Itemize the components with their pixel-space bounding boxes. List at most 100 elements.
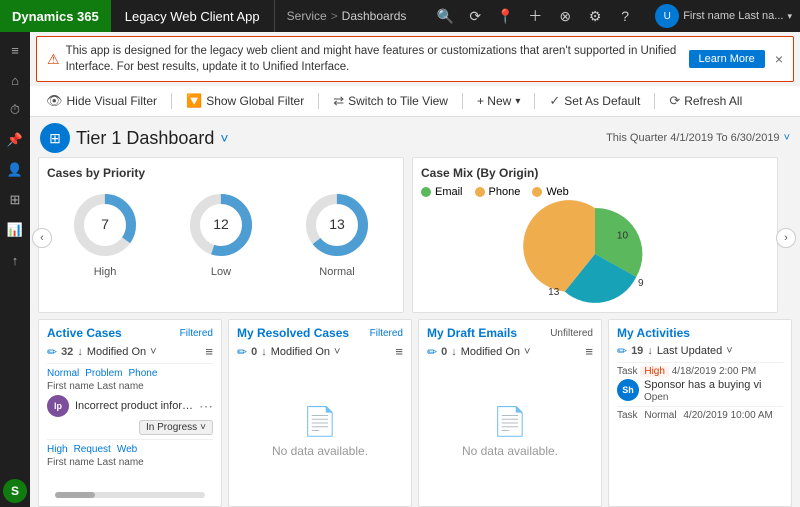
activity-content-1: Sponsor has a buying vi Open (644, 379, 761, 403)
sidebar-user-icon[interactable]: 👤 (1, 156, 29, 184)
drafts-settings-icon[interactable]: ≡ (585, 344, 593, 359)
activity-row-2: Task Normal 4/20/2019 10:00 AM (617, 406, 783, 426)
sidebar-menu-icon[interactable]: ≡ (1, 36, 29, 64)
dashboard-chevron-icon[interactable]: ˅ (220, 130, 228, 146)
top-navigation: Dynamics 365 Legacy Web Client App Servi… (0, 0, 800, 32)
activity-avatar-1: Sh (617, 379, 639, 401)
user-menu[interactable]: U First name Last na... ▾ (647, 4, 800, 28)
chart-title-mix: Case Mix (By Origin) (421, 166, 769, 180)
pie-chart: 10 9 13 (421, 204, 769, 304)
donut-low: 12 Low (186, 190, 256, 278)
plus-icon[interactable]: ＋ (521, 2, 549, 30)
filter-icon[interactable]: ⊗ (551, 2, 579, 30)
show-global-filter-button[interactable]: 🔽 Show Global Filter (178, 90, 312, 112)
activities-title: My Activities (617, 326, 690, 340)
activities-sort-chevron-icon[interactable]: ˅ (726, 345, 732, 357)
donut-normal-label: Normal (319, 266, 354, 278)
alert-close-icon[interactable]: × (775, 51, 783, 67)
activities-sort-down-icon[interactable]: ↓ (647, 345, 653, 357)
drafts-sort-label[interactable]: Modified On (461, 346, 520, 358)
new-chevron-icon: ▾ (515, 96, 520, 107)
refresh-icon[interactable]: ⟳ (461, 2, 489, 30)
sidebar-pin-icon[interactable]: 📌 (1, 126, 29, 154)
pencil-activities-icon[interactable]: ✏ (617, 344, 627, 358)
sidebar-s-button[interactable]: S (3, 479, 27, 503)
alert-text: This app is designed for the legacy web … (66, 43, 683, 75)
activities-sort-label[interactable]: Last Updated (657, 345, 722, 357)
pencil-resolved-icon[interactable]: ✏ (237, 345, 247, 359)
activities-header: My Activities (617, 326, 783, 340)
sort-chevron-icon[interactable]: ˅ (150, 346, 156, 358)
activities-controls: ✏ 19 ↓ Last Updated ˅ (617, 344, 783, 358)
active-cases-badge: Filtered (180, 328, 213, 339)
resolved-sort-down-icon[interactable]: ↓ (261, 346, 267, 358)
activity-meta-1: Task High 4/18/2019 2:00 PM (617, 366, 783, 377)
toolbar-separator-3 (462, 93, 463, 109)
case-owner-2: First name Last name (47, 457, 213, 468)
toolbar-separator-4 (534, 93, 535, 109)
resolved-no-data: 📄 No data available. (237, 363, 403, 500)
my-activities-card: My Activities ✏ 19 ↓ Last Updated ˅ Task… (608, 319, 792, 507)
filter-tb-icon: 🔽 (186, 93, 202, 109)
resolved-sort-chevron-icon[interactable]: ˅ (334, 346, 340, 358)
activity-type-2: Task (617, 410, 638, 421)
drafts-sort-chevron-icon[interactable]: ˅ (524, 346, 530, 358)
case-avatar-1: lp (47, 395, 69, 417)
pin-icon[interactable]: 📍 (491, 2, 519, 30)
sort-down-icon[interactable]: ↓ (77, 346, 83, 358)
hide-visual-filter-button[interactable]: 👁 Hide Visual Filter (38, 90, 165, 112)
list-settings-icon[interactable]: ≡ (205, 344, 213, 359)
pencil-drafts-icon[interactable]: ✏ (427, 345, 437, 359)
activity-priority-1: High (640, 366, 669, 377)
svg-text:9: 9 (638, 278, 644, 289)
legend-phone-dot (475, 187, 485, 197)
refresh-all-button[interactable]: ⟳ Refresh All (661, 90, 750, 112)
legend-email-label: Email (435, 186, 463, 198)
toolbar: 👁 Hide Visual Filter 🔽 Show Global Filte… (30, 86, 800, 117)
case-dots-1[interactable]: ⋯ (199, 398, 213, 415)
set-default-button[interactable]: ✓ Set As Default (541, 90, 648, 112)
my-draft-emails-card: My Draft Emails Unfiltered ✏ 0 ↓ Modifie… (418, 319, 602, 507)
date-range-chevron-icon[interactable]: ˅ (784, 132, 790, 144)
svg-text:13: 13 (548, 287, 560, 298)
resolved-settings-icon[interactable]: ≡ (395, 344, 403, 359)
resolved-badge: Filtered (370, 328, 403, 339)
sidebar-chart-icon[interactable]: 📊 (1, 216, 29, 244)
checkmark-icon: ✓ (549, 93, 560, 109)
toolbar-separator-2 (318, 93, 319, 109)
donut-charts-row: 7 High 12 Low (47, 186, 395, 282)
case-status-1[interactable]: In Progress ˅ (139, 420, 213, 435)
my-resolved-cases-card: My Resolved Cases Filtered ✏ 0 ↓ Modifie… (228, 319, 412, 507)
activity-priority-2: Normal (640, 410, 680, 421)
activity-title-1[interactable]: Sponsor has a buying vi (644, 379, 761, 391)
search-icon[interactable]: 🔍 (431, 2, 459, 30)
active-cases-sort-label[interactable]: Modified On (87, 346, 146, 358)
learn-more-button[interactable]: Learn More (689, 50, 765, 68)
scrollbar[interactable] (47, 486, 213, 500)
case-title-1[interactable]: Incorrect product informatio... (75, 400, 193, 412)
sidebar-arrow-up-icon[interactable]: ↑ (1, 246, 29, 274)
pencil-icon[interactable]: ✏ (47, 345, 57, 359)
donut-high-label: High (94, 266, 117, 278)
drafts-controls: ✏ 0 ↓ Modified On ˅ ≡ (427, 344, 593, 359)
sidebar-home-icon[interactable]: ⌂ (1, 66, 29, 94)
new-button[interactable]: + New ▾ (469, 91, 528, 111)
drafts-title: My Draft Emails (427, 326, 517, 340)
drafts-no-data: 📄 No data available. (427, 363, 593, 500)
dynamics365-logo[interactable]: Dynamics 365 (0, 0, 111, 32)
activities-count: 19 (631, 345, 643, 357)
resolved-sort-label[interactable]: Modified On (271, 346, 330, 358)
chart-nav-right-icon[interactable]: › (776, 228, 796, 248)
sidebar-recent-icon[interactable]: ⏱ (1, 96, 29, 124)
settings-icon[interactable]: ⚙ (581, 2, 609, 30)
active-cases-controls: ✏ 32 ↓ Modified On ˅ ≡ (47, 344, 213, 359)
switch-tile-view-button[interactable]: ⇄ Switch to Tile View (325, 90, 456, 112)
drafts-sort-down-icon[interactable]: ↓ (451, 346, 457, 358)
nav-icons: 🔍 ⟳ 📍 ＋ ⊗ ⚙ ? (431, 2, 647, 30)
dashboard-header: ⊞ Tier 1 Dashboard ˅ This Quarter 4/1/20… (30, 117, 800, 157)
case-tags-2: High Request Web (47, 444, 213, 455)
active-cases-card: Active Cases Filtered ✏ 32 ↓ Modified On… (38, 319, 222, 507)
sidebar-grid-icon[interactable]: ⊞ (1, 186, 29, 214)
chart-nav-left-icon[interactable]: ‹ (32, 228, 52, 248)
help-icon[interactable]: ? (611, 2, 639, 30)
